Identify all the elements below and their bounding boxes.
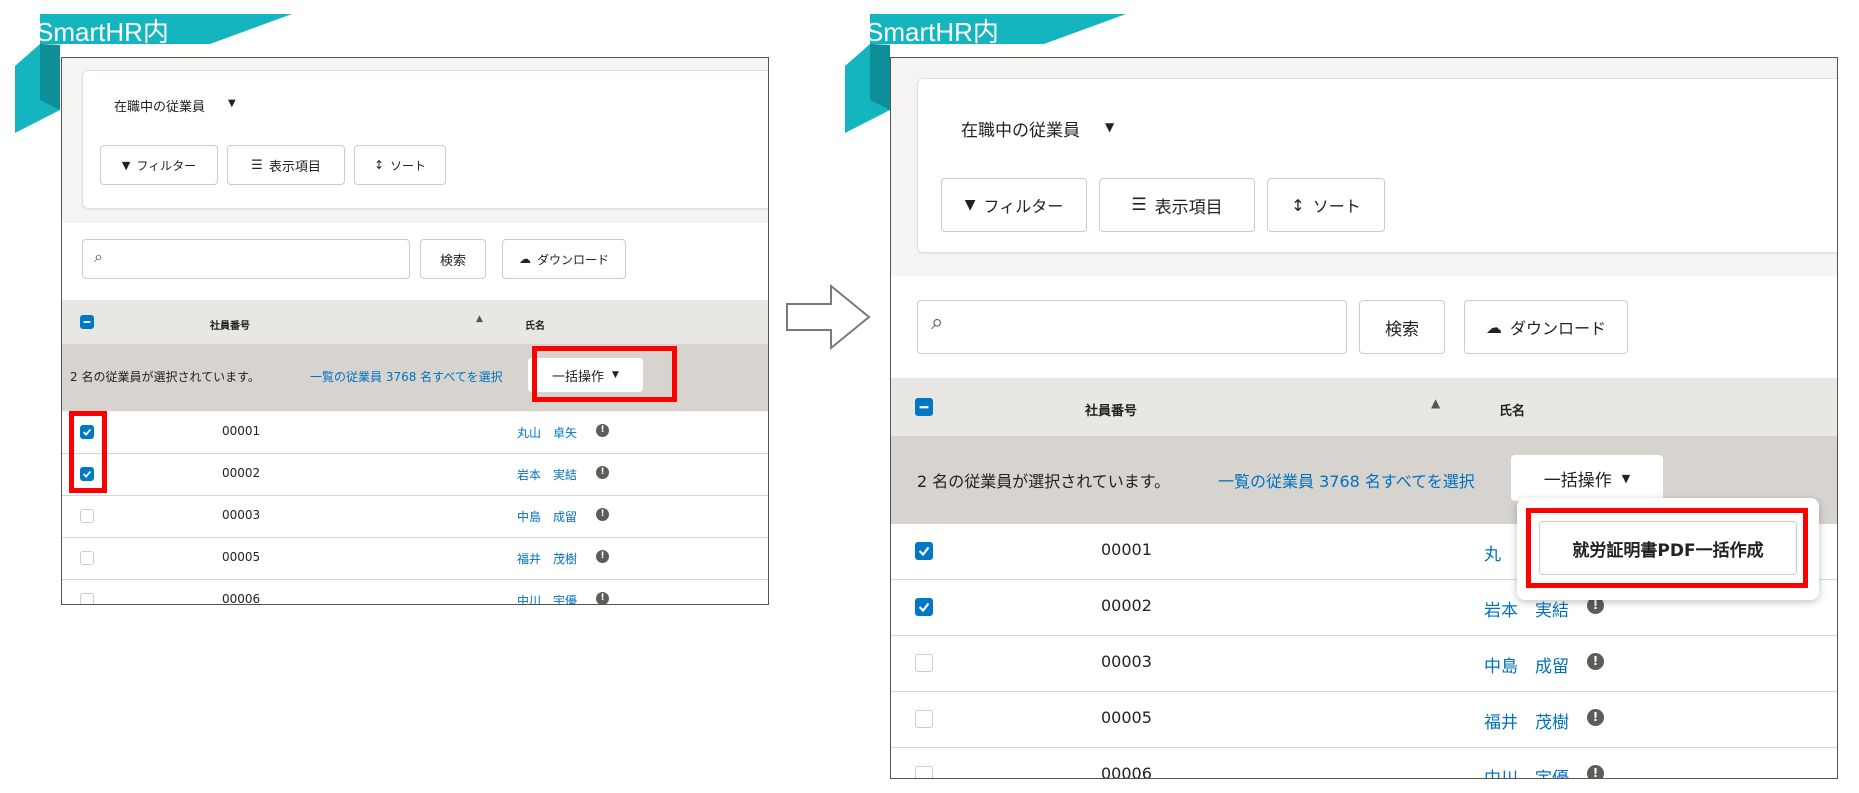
highlight-bulk-menu-item <box>1526 508 1808 588</box>
column-name[interactable]: 氏名 <box>1499 400 1525 419</box>
select-all-link[interactable]: 一覧の従業員 3768 名すべてを選択 <box>310 368 503 385</box>
employee-id: 00001 <box>1101 540 1152 559</box>
cloud-download-icon: ☁ <box>518 252 531 266</box>
right-arrow-icon <box>786 283 871 351</box>
columns-button[interactable]: ☰ 表示項目 <box>227 145 345 185</box>
highlight-checked-rows <box>69 411 107 493</box>
row-checkbox[interactable] <box>915 766 933 778</box>
employee-id: 00006 <box>1101 764 1152 779</box>
employee-id: 00002 <box>1101 596 1152 615</box>
row-checkbox[interactable] <box>915 598 933 616</box>
employee-name[interactable]: 中川 宇優 <box>1484 764 1569 778</box>
employee-id: 00003 <box>222 508 261 522</box>
table-row[interactable]: 00005 福井 茂樹 ! <box>62 538 768 580</box>
employee-name[interactable]: 福井 茂樹 <box>517 550 577 567</box>
right-screenshot: 在職中の従業員 ▼ ▼ フィルター ☰ 表示項目 ↕ ソート ⌕ 検索 ☁ ダウンロード… <box>890 57 1838 779</box>
info-icon[interactable]: ! <box>596 592 609 604</box>
sort-icon: ↕ <box>1291 195 1305 215</box>
filter-icon: ▼ <box>121 158 131 172</box>
chevron-down-icon[interactable]: ▼ <box>228 98 236 109</box>
employee-id: 00005 <box>222 550 261 564</box>
table-row[interactable]: 00003 中島 成留 ! <box>891 636 1837 692</box>
sort-button[interactable]: ↕ ソート <box>1267 178 1385 232</box>
select-all-link[interactable]: 一覧の従業員 3768 名すべてを選択 <box>1218 468 1475 492</box>
sort-icon[interactable]: ▲ <box>476 314 483 324</box>
download-button[interactable]: ☁ ダウンロード <box>1464 300 1628 354</box>
chevron-down-icon[interactable]: ▼ <box>1105 120 1114 134</box>
column-name[interactable]: 氏名 <box>525 317 545 332</box>
row-checkbox[interactable] <box>915 654 933 672</box>
sort-icon: ↕ <box>373 158 385 172</box>
search-input[interactable] <box>917 300 1347 354</box>
info-icon[interactable]: ! <box>1587 765 1604 778</box>
selection-text: 2 名の従業員が選択されています。 <box>70 370 260 384</box>
search-button[interactable]: 検索 <box>1359 300 1445 354</box>
employee-id: 00002 <box>222 466 261 480</box>
search-button[interactable]: 検索 <box>420 239 486 279</box>
info-icon[interactable]: ! <box>1587 653 1604 670</box>
table-row[interactable]: 00001 丸山 卓矢 ! <box>62 412 768 454</box>
row-checkbox[interactable] <box>80 551 94 565</box>
employee-id: 00003 <box>1101 652 1152 671</box>
list-icon: ☰ <box>251 157 263 173</box>
info-icon[interactable]: ! <box>596 466 609 479</box>
filter-icon: ▼ <box>964 197 976 213</box>
cloud-download-icon: ☁ <box>1485 317 1502 337</box>
employee-name[interactable]: 丸山 卓矢 <box>517 424 577 441</box>
employee-name[interactable]: 福井 茂樹 <box>1484 708 1569 733</box>
search-icon: ⌕ <box>931 310 944 335</box>
column-employee-id[interactable]: 社員番号 <box>210 317 250 332</box>
filter-button[interactable]: ▼ フィルター <box>941 178 1087 232</box>
search-input[interactable] <box>82 239 410 279</box>
table-header <box>62 300 768 344</box>
column-employee-id[interactable]: 社員番号 <box>1085 400 1137 419</box>
table-row[interactable]: 00005 福井 茂樹 ! <box>891 692 1837 748</box>
selection-text: 2 名の従業員が選択されています。 <box>917 472 1171 491</box>
employee-id: 00001 <box>222 424 261 438</box>
bulk-action-button[interactable]: 一括操作 ▼ <box>1511 455 1663 501</box>
row-checkbox[interactable] <box>80 593 94 604</box>
info-icon[interactable]: ! <box>596 550 609 563</box>
select-all-checkbox[interactable] <box>915 398 933 416</box>
employee-id: 00005 <box>1101 708 1152 727</box>
brand-label-left: SmartHR内 <box>36 17 169 47</box>
table-row[interactable]: 00003 中島 成留 ! <box>62 496 768 538</box>
employee-name[interactable]: 岩本 実結 <box>517 466 577 483</box>
employee-name[interactable]: 中島 成留 <box>517 508 577 525</box>
table-row[interactable]: 00002 岩本 実結 ! <box>62 454 768 496</box>
row-checkbox[interactable] <box>915 542 933 560</box>
table-header <box>891 378 1837 436</box>
info-icon[interactable]: ! <box>596 424 609 437</box>
row-checkbox[interactable] <box>915 710 933 728</box>
list-icon: ☰ <box>1131 195 1147 215</box>
sort-button[interactable]: ↕ ソート <box>354 145 446 185</box>
table-row[interactable]: 00006 中川 宇優 ! <box>891 748 1837 779</box>
view-card <box>82 70 768 209</box>
employee-view-title[interactable]: 在職中の従業員 <box>114 96 205 115</box>
filter-button[interactable]: ▼ フィルター <box>100 145 218 185</box>
caret-down-icon: ▼ <box>1621 471 1631 485</box>
row-checkbox[interactable] <box>80 509 94 523</box>
employee-id: 00006 <box>222 592 261 605</box>
employee-name[interactable]: 中川 宇優 <box>517 592 577 604</box>
info-icon[interactable]: ! <box>596 508 609 521</box>
info-icon[interactable]: ! <box>1587 709 1604 726</box>
employee-view-title[interactable]: 在職中の従業員 <box>961 116 1080 141</box>
select-all-checkbox[interactable] <box>80 315 94 329</box>
download-button[interactable]: ☁ ダウンロード <box>502 239 626 279</box>
left-screenshot: 在職中の従業員 ▼ ▼ フィルター ☰ 表示項目 ↕ ソート ⌕ 検索 ☁ ダウンロード… <box>61 57 769 605</box>
brand-label-right: SmartHR内 <box>866 17 999 47</box>
employee-name[interactable]: 中島 成留 <box>1484 652 1569 677</box>
search-icon: ⌕ <box>94 247 103 266</box>
sort-icon[interactable]: ▲ <box>1431 396 1440 410</box>
table-row[interactable]: 00006 中川 宇優 ! <box>62 580 768 605</box>
highlight-bulk-action <box>532 346 677 402</box>
columns-button[interactable]: ☰ 表示項目 <box>1099 178 1255 232</box>
employee-name-partial[interactable]: 丸 <box>1484 540 1501 565</box>
